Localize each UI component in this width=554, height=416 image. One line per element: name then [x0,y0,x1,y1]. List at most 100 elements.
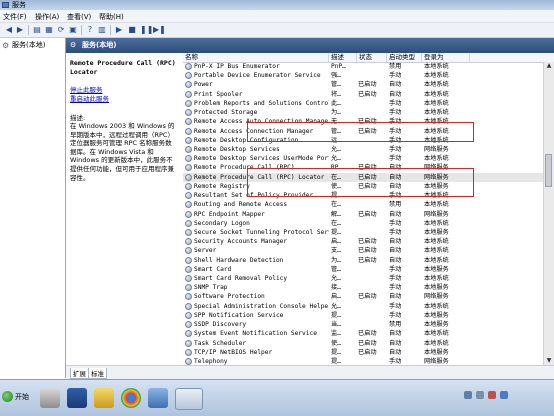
table-row[interactable]: SPP Notification Service 提… 手动 本地服务 [183,311,554,320]
up-icon[interactable]: ▤ [32,25,42,34]
service-gear-icon [185,210,192,218]
table-row[interactable]: Shell Hardware Detection 为… 已启动 自动 本地系统 [183,256,554,265]
scroll-down-icon[interactable]: ▼ [544,357,554,365]
service-logon-cell: 本地系统 [424,256,449,264]
start-button[interactable]: 开始 [2,388,36,406]
tree-item-services-local[interactable]: ⚙ 服务(本地) [2,40,45,50]
services-pane: ⚙ 服务(本地) Remote Procedure Call (RPC) Loc… [66,38,554,379]
language-tray-icon[interactable] [500,391,508,399]
service-logon-cell: 本地系统 [424,81,449,89]
stop-icon[interactable]: ■ [127,25,137,34]
pause-icon[interactable]: ❚❚ [140,25,153,34]
table-row[interactable]: RPC Endpoint Mapper 解… 已启动 自动 网络服务 [183,210,554,219]
table-row[interactable]: Secure Socket Tunneling Protocol Service… [183,228,554,237]
table-row[interactable]: Print Spooler 将… 已启动 自动 本地系统 [183,90,554,99]
service-description-cell: 启… [331,293,341,301]
tab-standard[interactable]: 标准 [88,368,107,379]
server-manager-icon[interactable] [40,388,60,408]
column-header-startup-type[interactable]: 启动类型 [387,53,422,62]
properties-icon[interactable]: ▦ [44,25,54,34]
column-header-name[interactable]: 名称 [183,53,329,62]
service-gear-icon [185,358,192,365]
play-icon[interactable]: ▶ [114,25,124,34]
table-row[interactable]: PnP-X IP Bus Enumerator PnP… 禁用 本地系统 [183,62,554,71]
table-row[interactable]: Remote Desktop Services UserMode Port … 允… [183,154,554,163]
restart-icon[interactable]: ▶❚ [153,25,166,34]
service-gear-icon [185,293,192,301]
table-row[interactable]: Smart Card Removal Policy 允… 手动 本地系统 [183,274,554,283]
table-row[interactable]: Telephony 提… 手动 网络服务 [183,357,554,365]
back-icon[interactable]: ◀ [4,25,14,34]
table-row[interactable]: Power 管… 已启动 自动 本地系统 [183,80,554,89]
service-gear-icon [185,164,192,172]
highlight-box-rpc [247,168,474,197]
refresh-icon[interactable]: ⟳ [56,25,66,34]
service-status-cell: 已启动 [358,330,377,338]
service-status-cell: 已启动 [358,339,377,347]
service-gear-icon [185,81,192,89]
service-name-cell: Portable Device Enumerator Service [194,72,321,80]
menu-file[interactable]: 文件(F) [3,12,27,22]
table-row[interactable]: Task Scheduler 使… 已启动 自动 本地系统 [183,339,554,348]
service-name-cell: Print Spooler [194,90,243,98]
service-name-cell: SSDP Discovery [194,321,247,329]
service-gear-icon [185,109,192,117]
volume-tray-icon[interactable] [476,391,484,399]
export-icon[interactable]: ▣ [68,25,78,34]
service-startup-cell: 手动 [389,109,402,117]
service-gear-icon [185,265,192,273]
services-window-taskbar-icon[interactable] [175,388,203,410]
menu-view[interactable]: 查看(V) [67,12,91,22]
column-header-logon-as[interactable]: 登录为 [422,53,470,62]
service-logon-cell: 本地系统 [424,155,449,163]
column-header-description[interactable]: 描述 [329,53,357,62]
flag-tray-icon[interactable] [488,391,496,399]
table-row[interactable]: SNMP Trap 接… 手动 本地服务 [183,283,554,292]
column-header-status[interactable]: 状态 [357,53,387,62]
table-row[interactable]: System Event Notification Service 监… 已启动 自动… [183,329,554,338]
table-row[interactable]: Routing and Remote Access 在… 禁用 本地系统 [183,200,554,209]
scrollbar-thumb[interactable] [545,154,552,187]
pane-header-title: 服务(本地) [82,41,117,49]
network-tray-icon[interactable] [464,391,472,399]
service-status-cell: 已启动 [358,293,377,301]
scroll-up-icon[interactable]: ▲ [544,62,554,70]
table-row[interactable]: Server 支… 已启动 自动 本地系统 [183,246,554,255]
service-description-cell: 允… [331,275,341,283]
table-row[interactable]: Special Administration Console Helper 允… 手… [183,302,554,311]
service-startup-cell: 禁用 [389,63,402,70]
table-row[interactable]: Protected Storage 为… 手动 本地系统 [183,108,554,117]
highlight-box-remote-access [247,122,474,142]
restart-service-link[interactable]: 重启动此服务 [70,93,109,103]
console-icon[interactable]: ▥ [97,25,107,34]
chrome-browser-icon[interactable] [121,388,141,408]
service-logon-cell: 本地服务 [424,228,449,236]
table-row[interactable]: Secondary Logon 在… 手动 本地系统 [183,219,554,228]
service-name-cell: PnP-X IP Bus Enumerator [194,63,280,70]
tab-extended[interactable]: 扩展 [70,368,89,379]
menu-help[interactable]: 帮助(H) [99,12,124,22]
explorer-folder-icon[interactable] [94,388,114,408]
service-gear-icon [185,90,192,98]
table-row[interactable]: Security Accounts Manager 启… 已启动 自动 本地系统 [183,237,554,246]
table-row[interactable]: Portable Device Enumerator Service 强… 手动 本地… [183,71,554,80]
table-row[interactable]: Problem Reports and Solutions Control … 此… [183,99,554,108]
help-icon[interactable]: ? [85,25,95,34]
console-tree: ⚙ 服务(本地) [0,38,66,378]
service-status-cell: 已启动 [358,348,377,356]
table-row[interactable]: Software Protection 启… 已启动 自动 网络服务 [183,292,554,301]
service-name-cell: Remote Desktop Services [194,145,280,153]
network-window-icon[interactable] [148,388,168,408]
service-startup-cell: 禁用 [389,321,402,329]
table-row[interactable]: Remote Desktop Services 允… 手动 网络服务 [183,145,554,154]
table-row[interactable]: Smart Card 管… 手动 本地服务 [183,265,554,274]
table-row[interactable]: TCP/IP NetBIOS Helper 提… 已启动 自动 本地服务 [183,348,554,357]
service-logon-cell: 网络服务 [424,358,449,365]
powershell-icon[interactable] [67,388,87,408]
table-row[interactable]: SSDP Discovery 当… 禁用 本地服务 [183,320,554,329]
service-gear-icon [185,348,192,356]
forward-icon[interactable]: ▶ [15,25,25,34]
menu-action[interactable]: 操作(A) [35,12,59,22]
service-description-cell: 使… [331,339,341,347]
vertical-scrollbar[interactable]: ▲ ▼ [543,62,554,365]
